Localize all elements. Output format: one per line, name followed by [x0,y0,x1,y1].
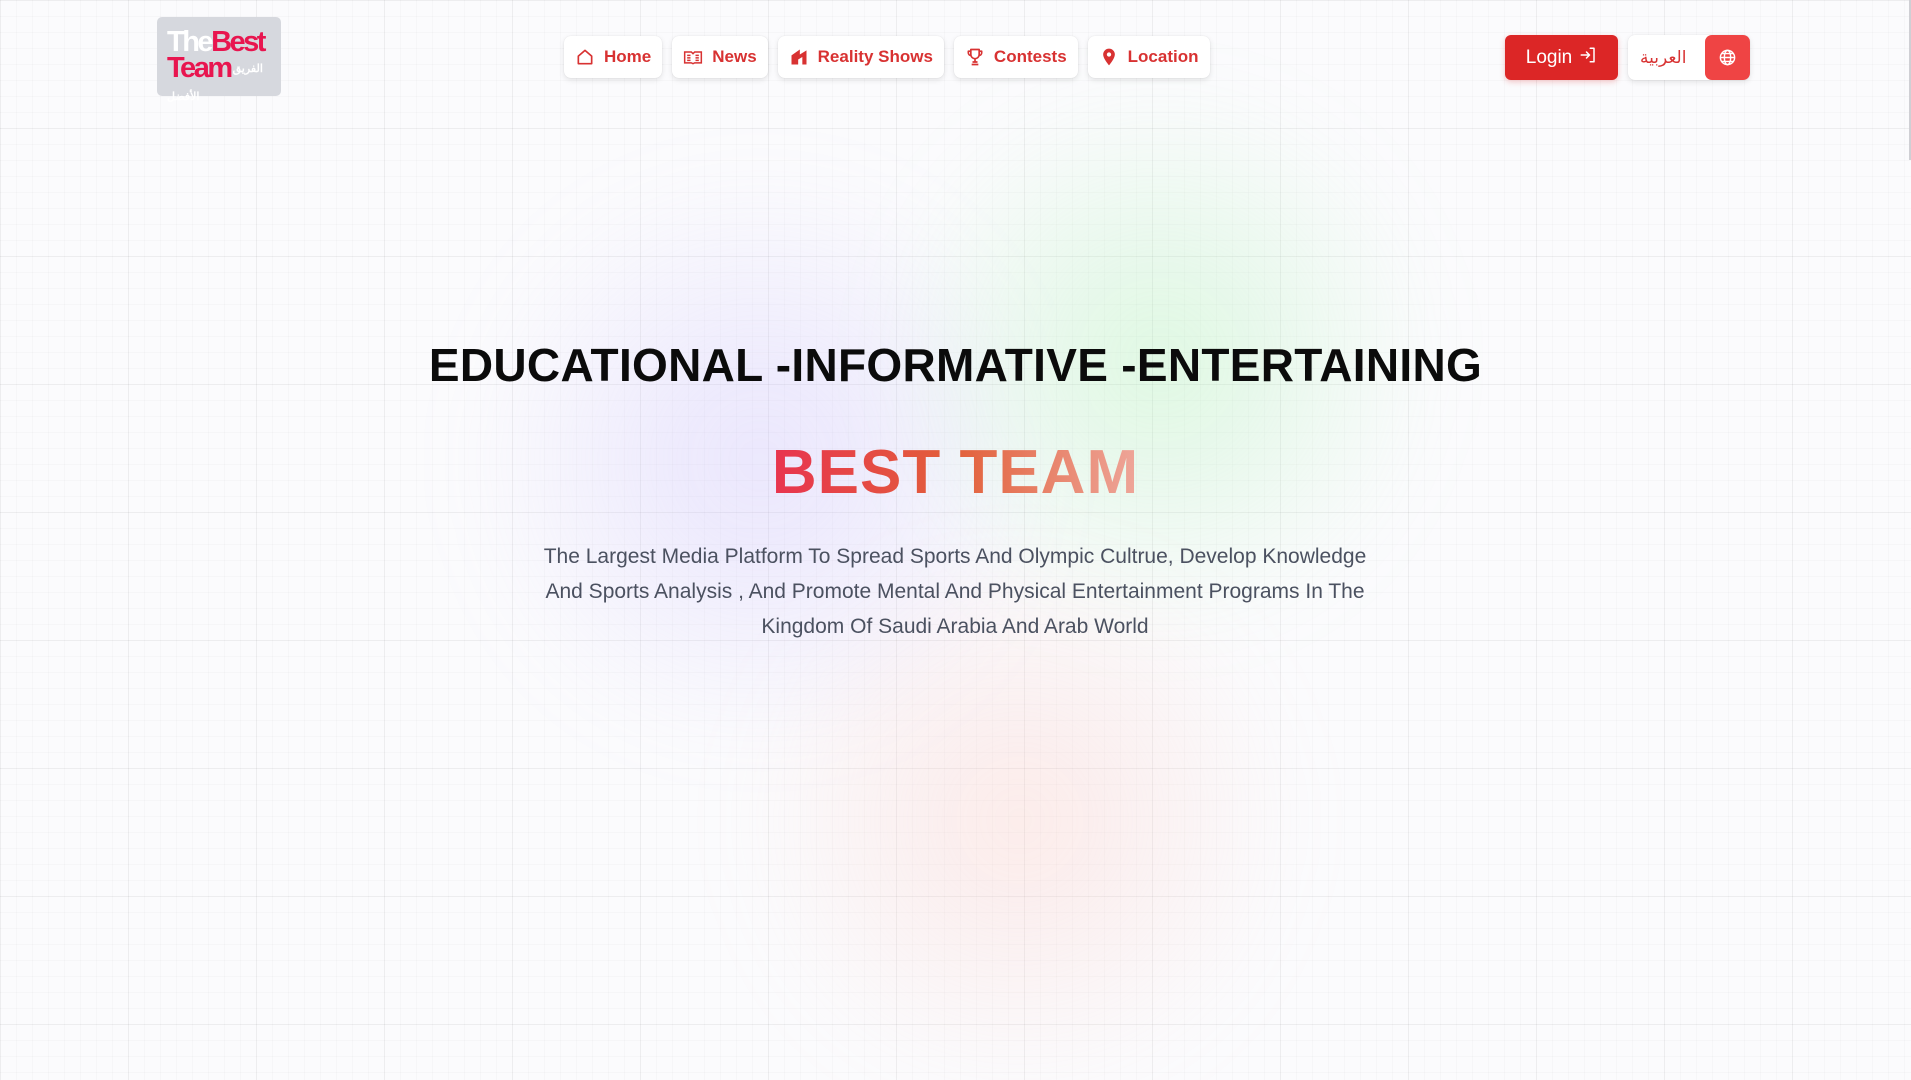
home-icon [575,47,595,67]
logo-line-2: Team الفريق الأفضل [167,52,271,110]
site-logo[interactable]: TheBest Team الفريق الأفضل [157,17,281,103]
hero-description: The Largest Media Platform To Spread Spo… [543,545,1367,638]
nav-item-home[interactable]: Home [564,36,663,78]
logo-word-team: Team [167,52,233,84]
brand-text: BEST TEAM [771,438,1140,507]
nav-item-label: News [712,47,757,66]
hero-headline: EDUCATIONAL -INFORMATIVE -ENTERTAINING [428,339,1483,391]
nav-item-label: Home [604,47,652,66]
language-switch-button[interactable]: العربية [1628,35,1750,80]
nav-item-contests[interactable]: Contests [953,36,1078,78]
nav-item-location[interactable]: Location [1087,36,1210,78]
nav-item-label: Reality Shows [817,47,933,66]
trophy-icon [965,47,985,67]
language-label: العربية [1640,47,1687,68]
login-icon [1579,46,1597,70]
nav-item-label: Location [1127,47,1199,66]
globe-icon [1705,35,1750,80]
nav-item-label: Contests [993,47,1067,66]
map-pin-icon [1099,47,1119,67]
hero-brand-title: BEST TEAM [0,437,1911,508]
main-nav: Home News Reality Shows Contests Locatio… [564,36,1210,78]
nav-item-news[interactable]: News [672,36,768,78]
nav-item-reality-shows[interactable]: Reality Shows [777,36,944,78]
login-label: Login [1525,46,1573,68]
login-button[interactable]: Login [1505,35,1618,80]
reality-shows-icon [789,47,809,67]
newspaper-icon [683,47,703,67]
